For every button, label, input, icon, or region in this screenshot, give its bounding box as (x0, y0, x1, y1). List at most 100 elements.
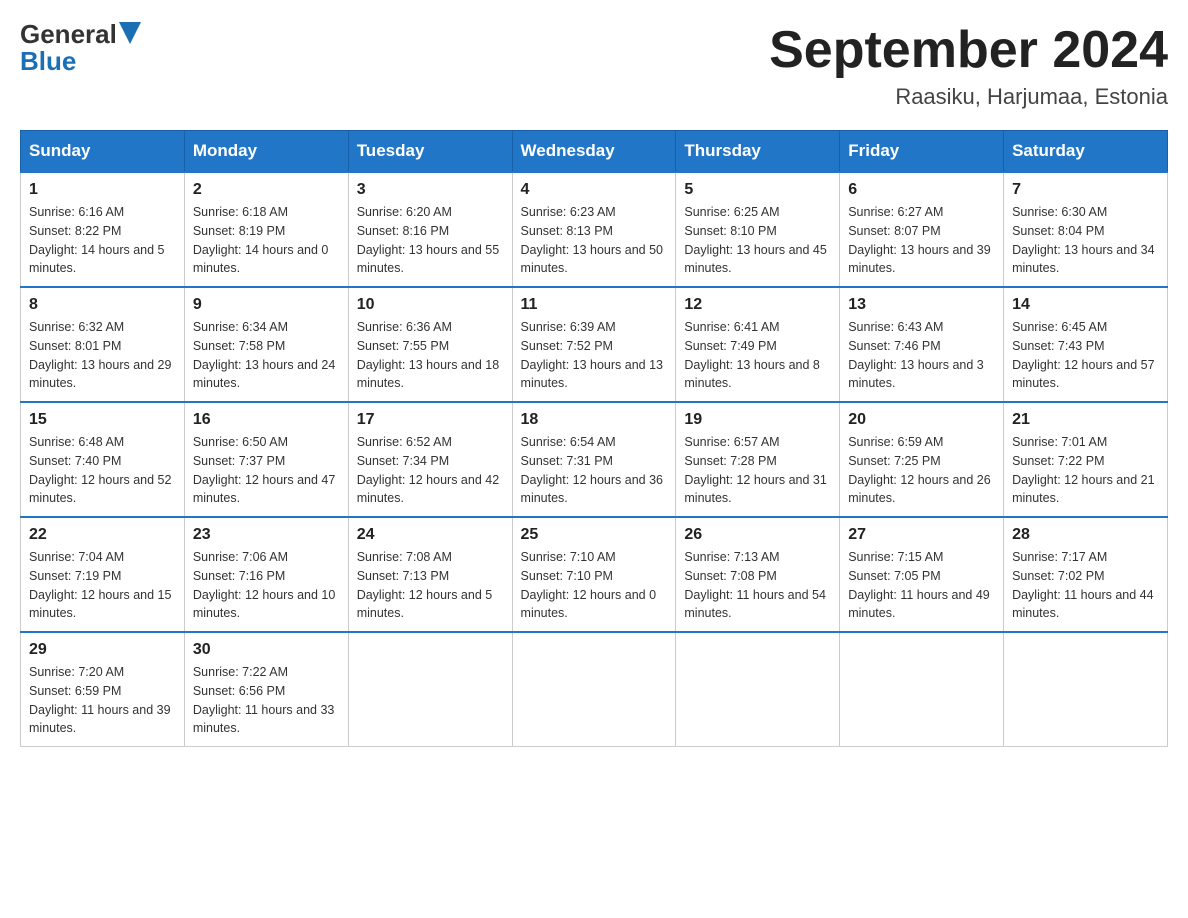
day-number: 9 (193, 296, 340, 314)
day-number: 3 (357, 181, 504, 199)
day-info: Sunrise: 7:22 AMSunset: 6:56 PMDaylight:… (193, 663, 340, 738)
day-info: Sunrise: 6:45 AMSunset: 7:43 PMDaylight:… (1012, 318, 1159, 393)
day-info: Sunrise: 6:41 AMSunset: 7:49 PMDaylight:… (684, 318, 831, 393)
col-sunday: Sunday (21, 131, 185, 173)
table-row: 9 Sunrise: 6:34 AMSunset: 7:58 PMDayligh… (184, 287, 348, 402)
day-number: 10 (357, 296, 504, 314)
day-number: 6 (848, 181, 995, 199)
table-row: 23 Sunrise: 7:06 AMSunset: 7:16 PMDaylig… (184, 517, 348, 632)
day-info: Sunrise: 6:57 AMSunset: 7:28 PMDaylight:… (684, 433, 831, 508)
calendar-title: September 2024 (769, 20, 1168, 80)
table-row: 3 Sunrise: 6:20 AMSunset: 8:16 PMDayligh… (348, 172, 512, 287)
day-info: Sunrise: 7:06 AMSunset: 7:16 PMDaylight:… (193, 548, 340, 623)
day-info: Sunrise: 6:39 AMSunset: 7:52 PMDaylight:… (521, 318, 668, 393)
logo-general-text: General (20, 20, 117, 49)
day-number: 22 (29, 526, 176, 544)
day-number: 17 (357, 411, 504, 429)
table-row: 27 Sunrise: 7:15 AMSunset: 7:05 PMDaylig… (840, 517, 1004, 632)
day-number: 24 (357, 526, 504, 544)
table-row (512, 632, 676, 747)
day-info: Sunrise: 6:32 AMSunset: 8:01 PMDaylight:… (29, 318, 176, 393)
day-info: Sunrise: 7:17 AMSunset: 7:02 PMDaylight:… (1012, 548, 1159, 623)
day-info: Sunrise: 6:20 AMSunset: 8:16 PMDaylight:… (357, 203, 504, 278)
calendar-week-2: 8 Sunrise: 6:32 AMSunset: 8:01 PMDayligh… (21, 287, 1168, 402)
col-tuesday: Tuesday (348, 131, 512, 173)
table-row: 14 Sunrise: 6:45 AMSunset: 7:43 PMDaylig… (1004, 287, 1168, 402)
table-row: 21 Sunrise: 7:01 AMSunset: 7:22 PMDaylig… (1004, 402, 1168, 517)
day-number: 11 (521, 296, 668, 314)
day-info: Sunrise: 6:30 AMSunset: 8:04 PMDaylight:… (1012, 203, 1159, 278)
table-row: 1 Sunrise: 6:16 AMSunset: 8:22 PMDayligh… (21, 172, 185, 287)
calendar-week-3: 15 Sunrise: 6:48 AMSunset: 7:40 PMDaylig… (21, 402, 1168, 517)
day-info: Sunrise: 6:18 AMSunset: 8:19 PMDaylight:… (193, 203, 340, 278)
logo-triangle-icon (119, 22, 141, 44)
day-number: 7 (1012, 181, 1159, 199)
calendar-header: Sunday Monday Tuesday Wednesday Thursday… (21, 131, 1168, 173)
table-row: 25 Sunrise: 7:10 AMSunset: 7:10 PMDaylig… (512, 517, 676, 632)
day-info: Sunrise: 6:34 AMSunset: 7:58 PMDaylight:… (193, 318, 340, 393)
table-row: 10 Sunrise: 6:36 AMSunset: 7:55 PMDaylig… (348, 287, 512, 402)
day-number: 20 (848, 411, 995, 429)
day-info: Sunrise: 7:20 AMSunset: 6:59 PMDaylight:… (29, 663, 176, 738)
day-number: 13 (848, 296, 995, 314)
day-info: Sunrise: 6:23 AMSunset: 8:13 PMDaylight:… (521, 203, 668, 278)
day-number: 18 (521, 411, 668, 429)
day-info: Sunrise: 6:54 AMSunset: 7:31 PMDaylight:… (521, 433, 668, 508)
table-row: 19 Sunrise: 6:57 AMSunset: 7:28 PMDaylig… (676, 402, 840, 517)
day-number: 12 (684, 296, 831, 314)
day-number: 19 (684, 411, 831, 429)
day-number: 26 (684, 526, 831, 544)
table-row: 20 Sunrise: 6:59 AMSunset: 7:25 PMDaylig… (840, 402, 1004, 517)
table-row: 17 Sunrise: 6:52 AMSunset: 7:34 PMDaylig… (348, 402, 512, 517)
day-number: 23 (193, 526, 340, 544)
day-number: 1 (29, 181, 176, 199)
day-info: Sunrise: 6:48 AMSunset: 7:40 PMDaylight:… (29, 433, 176, 508)
logo-blue-text: Blue (20, 47, 141, 76)
table-row: 5 Sunrise: 6:25 AMSunset: 8:10 PMDayligh… (676, 172, 840, 287)
header-row: Sunday Monday Tuesday Wednesday Thursday… (21, 131, 1168, 173)
day-info: Sunrise: 6:43 AMSunset: 7:46 PMDaylight:… (848, 318, 995, 393)
calendar-table: Sunday Monday Tuesday Wednesday Thursday… (20, 130, 1168, 747)
table-row (1004, 632, 1168, 747)
day-info: Sunrise: 6:36 AMSunset: 7:55 PMDaylight:… (357, 318, 504, 393)
table-row (840, 632, 1004, 747)
day-number: 14 (1012, 296, 1159, 314)
table-row (348, 632, 512, 747)
logo: General Blue (20, 20, 141, 75)
table-row: 12 Sunrise: 6:41 AMSunset: 7:49 PMDaylig… (676, 287, 840, 402)
day-number: 16 (193, 411, 340, 429)
day-info: Sunrise: 6:50 AMSunset: 7:37 PMDaylight:… (193, 433, 340, 508)
table-row: 16 Sunrise: 6:50 AMSunset: 7:37 PMDaylig… (184, 402, 348, 517)
calendar-body: 1 Sunrise: 6:16 AMSunset: 8:22 PMDayligh… (21, 172, 1168, 747)
calendar-week-5: 29 Sunrise: 7:20 AMSunset: 6:59 PMDaylig… (21, 632, 1168, 747)
day-info: Sunrise: 7:15 AMSunset: 7:05 PMDaylight:… (848, 548, 995, 623)
page-header: General Blue September 2024 Raasiku, Har… (20, 20, 1168, 110)
day-number: 27 (848, 526, 995, 544)
day-number: 28 (1012, 526, 1159, 544)
table-row: 24 Sunrise: 7:08 AMSunset: 7:13 PMDaylig… (348, 517, 512, 632)
day-info: Sunrise: 6:59 AMSunset: 7:25 PMDaylight:… (848, 433, 995, 508)
table-row: 6 Sunrise: 6:27 AMSunset: 8:07 PMDayligh… (840, 172, 1004, 287)
table-row: 30 Sunrise: 7:22 AMSunset: 6:56 PMDaylig… (184, 632, 348, 747)
table-row: 7 Sunrise: 6:30 AMSunset: 8:04 PMDayligh… (1004, 172, 1168, 287)
col-monday: Monday (184, 131, 348, 173)
day-number: 25 (521, 526, 668, 544)
calendar-week-1: 1 Sunrise: 6:16 AMSunset: 8:22 PMDayligh… (21, 172, 1168, 287)
table-row: 4 Sunrise: 6:23 AMSunset: 8:13 PMDayligh… (512, 172, 676, 287)
title-block: September 2024 Raasiku, Harjumaa, Estoni… (769, 20, 1168, 110)
day-info: Sunrise: 6:27 AMSunset: 8:07 PMDaylight:… (848, 203, 995, 278)
col-thursday: Thursday (676, 131, 840, 173)
table-row (676, 632, 840, 747)
day-info: Sunrise: 7:01 AMSunset: 7:22 PMDaylight:… (1012, 433, 1159, 508)
table-row: 28 Sunrise: 7:17 AMSunset: 7:02 PMDaylig… (1004, 517, 1168, 632)
table-row: 2 Sunrise: 6:18 AMSunset: 8:19 PMDayligh… (184, 172, 348, 287)
table-row: 13 Sunrise: 6:43 AMSunset: 7:46 PMDaylig… (840, 287, 1004, 402)
col-saturday: Saturday (1004, 131, 1168, 173)
day-number: 21 (1012, 411, 1159, 429)
table-row: 8 Sunrise: 6:32 AMSunset: 8:01 PMDayligh… (21, 287, 185, 402)
day-number: 8 (29, 296, 176, 314)
day-number: 5 (684, 181, 831, 199)
day-number: 29 (29, 641, 176, 659)
calendar-subtitle: Raasiku, Harjumaa, Estonia (769, 84, 1168, 110)
day-info: Sunrise: 7:13 AMSunset: 7:08 PMDaylight:… (684, 548, 831, 623)
